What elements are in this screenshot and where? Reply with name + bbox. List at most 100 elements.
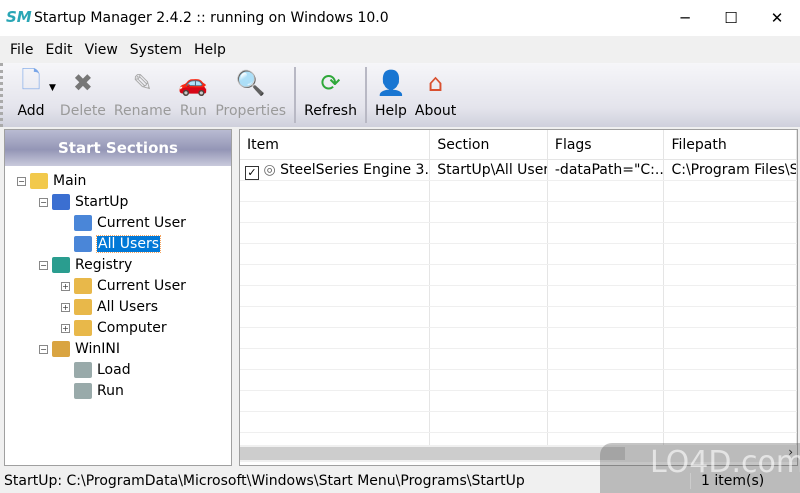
item-filepath: C:\Program Files\SteelSeries\ bbox=[664, 160, 797, 180]
add-dropdown-arrow[interactable]: ▼ bbox=[49, 63, 56, 93]
menu-help[interactable]: Help bbox=[188, 42, 232, 58]
refresh-arrows-icon: ⟳ bbox=[320, 69, 341, 97]
ini-doc-icon bbox=[74, 362, 92, 378]
empty-row bbox=[240, 370, 797, 391]
list-header: Item Section Flags Filepath bbox=[240, 130, 797, 160]
menu-edit[interactable]: Edit bbox=[39, 42, 78, 58]
table-row[interactable]: ✓ ◎ SteelSeries Engine 3.lnk StartUp\All… bbox=[240, 160, 797, 181]
add-document-icon: 🗋 bbox=[21, 65, 41, 94]
status-count: 1 item(s) bbox=[690, 472, 800, 489]
tree-item[interactable]: Current User bbox=[61, 213, 186, 233]
tree-item[interactable]: Run bbox=[61, 381, 124, 401]
empty-row bbox=[240, 412, 797, 433]
run-car-icon: 🚗 bbox=[178, 69, 209, 97]
status-path: StartUp: C:\ProgramData\Microsoft\Window… bbox=[4, 472, 525, 489]
tree-item[interactable]: − WinINI bbox=[39, 339, 120, 359]
home-icon: ⌂ bbox=[427, 69, 444, 97]
support-person-icon: 👤 bbox=[376, 69, 406, 97]
empty-row bbox=[240, 307, 797, 328]
help-button[interactable]: 👤 Help bbox=[371, 63, 411, 119]
properties-button[interactable]: 🔍 Properties bbox=[211, 63, 290, 119]
tree-item[interactable]: − Registry bbox=[39, 255, 132, 275]
empty-row bbox=[240, 202, 797, 223]
menu-bar: File Edit View System Help bbox=[0, 38, 800, 62]
start-sections-panel: Start Sections − Main − StartUp Current User… bbox=[4, 129, 232, 466]
section-tree: − Main − StartUp Current User All Users − Regis… bbox=[5, 166, 231, 399]
tree-item-label: Registry bbox=[75, 257, 133, 273]
items-list: Item Section Flags Filepath ✓ ◎ SteelSer… bbox=[239, 129, 798, 466]
enabled-checkbox[interactable]: ✓ bbox=[245, 166, 259, 180]
registry-icon bbox=[52, 257, 70, 273]
empty-row bbox=[240, 286, 797, 307]
scroll-right-arrow[interactable]: › bbox=[788, 445, 793, 459]
collapse-icon[interactable]: − bbox=[39, 197, 48, 207]
expand-icon[interactable]: + bbox=[61, 281, 70, 291]
folder-icon bbox=[30, 173, 48, 189]
tree-item-label: Current User bbox=[97, 215, 186, 231]
tree-item[interactable]: − Main bbox=[17, 171, 86, 191]
run-button[interactable]: 🚗 Run bbox=[175, 63, 211, 119]
tree-item[interactable]: Load bbox=[61, 360, 131, 380]
delete-button[interactable]: ✖ Delete bbox=[56, 63, 110, 119]
tree-item[interactable]: All Users bbox=[61, 234, 162, 254]
add-button[interactable]: 🗋 Add bbox=[13, 63, 49, 120]
tree-item[interactable]: + All Users bbox=[61, 297, 158, 317]
menu-file[interactable]: File bbox=[4, 42, 39, 58]
tree-item-label: WinINI bbox=[75, 341, 121, 357]
steelseries-icon: ◎ bbox=[263, 162, 276, 178]
item-section: StartUp\All Users bbox=[430, 160, 548, 180]
empty-row bbox=[240, 265, 797, 286]
tree-item-label: All Users bbox=[95, 235, 162, 253]
tree-item-label: Main bbox=[53, 173, 87, 189]
app-icon: SM bbox=[6, 8, 32, 26]
column-item[interactable]: Item bbox=[240, 130, 431, 159]
toolbar-separator bbox=[364, 67, 367, 123]
scrollbar-thumb[interactable] bbox=[240, 447, 625, 460]
title-bar: SM Startup Manager 2.4.2 :: running on W… bbox=[0, 0, 800, 36]
empty-row bbox=[240, 223, 797, 244]
reg-folder-icon bbox=[74, 299, 92, 315]
about-button[interactable]: ⌂ About bbox=[411, 63, 460, 119]
collapse-icon[interactable]: − bbox=[39, 260, 48, 270]
tree-item-label: All Users bbox=[97, 299, 159, 315]
column-flags[interactable]: Flags bbox=[548, 130, 665, 159]
startup-doc-icon bbox=[74, 215, 92, 231]
rename-button[interactable]: ✎ Rename bbox=[110, 63, 175, 119]
tree-item-label: StartUp bbox=[75, 194, 129, 210]
maximize-button[interactable]: ☐ bbox=[708, 0, 754, 36]
item-flags: -dataPath="C:... bbox=[548, 160, 665, 180]
tree-item-label: Load bbox=[97, 362, 131, 378]
tree-item-label: Run bbox=[97, 383, 124, 399]
tree-item[interactable]: + Current User bbox=[61, 276, 186, 296]
column-filepath[interactable]: Filepath bbox=[664, 130, 797, 159]
empty-row bbox=[240, 244, 797, 265]
reg-folder-icon bbox=[74, 278, 92, 294]
expand-icon[interactable]: + bbox=[61, 302, 70, 312]
delete-x-icon: ✖ bbox=[72, 69, 93, 97]
startup-icon bbox=[52, 194, 70, 210]
minimize-button[interactable]: ─ bbox=[662, 0, 708, 36]
toolbar: 🗋 Add ▼ ✖ Delete ✎ Rename 🚗 Run 🔍 Properties … bbox=[0, 63, 800, 127]
collapse-icon[interactable]: − bbox=[17, 176, 26, 186]
empty-row bbox=[240, 181, 797, 202]
tree-item-label: Current User bbox=[97, 278, 186, 294]
column-section[interactable]: Section bbox=[430, 130, 548, 159]
close-button[interactable]: ✕ bbox=[754, 0, 800, 36]
toolbar-separator bbox=[294, 67, 297, 123]
ini-doc-icon bbox=[74, 383, 92, 399]
collapse-icon[interactable]: − bbox=[39, 344, 48, 354]
status-bar: StartUp: C:\ProgramData\Microsoft\Window… bbox=[0, 468, 800, 493]
ini-icon bbox=[52, 341, 70, 357]
tree-item[interactable]: + Computer bbox=[61, 318, 167, 338]
tree-item[interactable]: − StartUp bbox=[39, 192, 128, 212]
refresh-button[interactable]: ⟳ Refresh bbox=[300, 63, 361, 119]
expand-icon[interactable]: + bbox=[61, 323, 70, 333]
horizontal-scrollbar[interactable]: › bbox=[240, 445, 797, 462]
properties-magnifier-icon: 🔍 bbox=[235, 69, 266, 97]
panel-title: Start Sections bbox=[5, 130, 231, 166]
menu-view[interactable]: View bbox=[79, 42, 124, 58]
window-title: Startup Manager 2.4.2 :: running on Wind… bbox=[34, 10, 389, 26]
item-name: SteelSeries Engine 3.lnk bbox=[280, 162, 429, 178]
tree-item-label: Computer bbox=[97, 320, 167, 336]
menu-system[interactable]: System bbox=[124, 42, 188, 58]
